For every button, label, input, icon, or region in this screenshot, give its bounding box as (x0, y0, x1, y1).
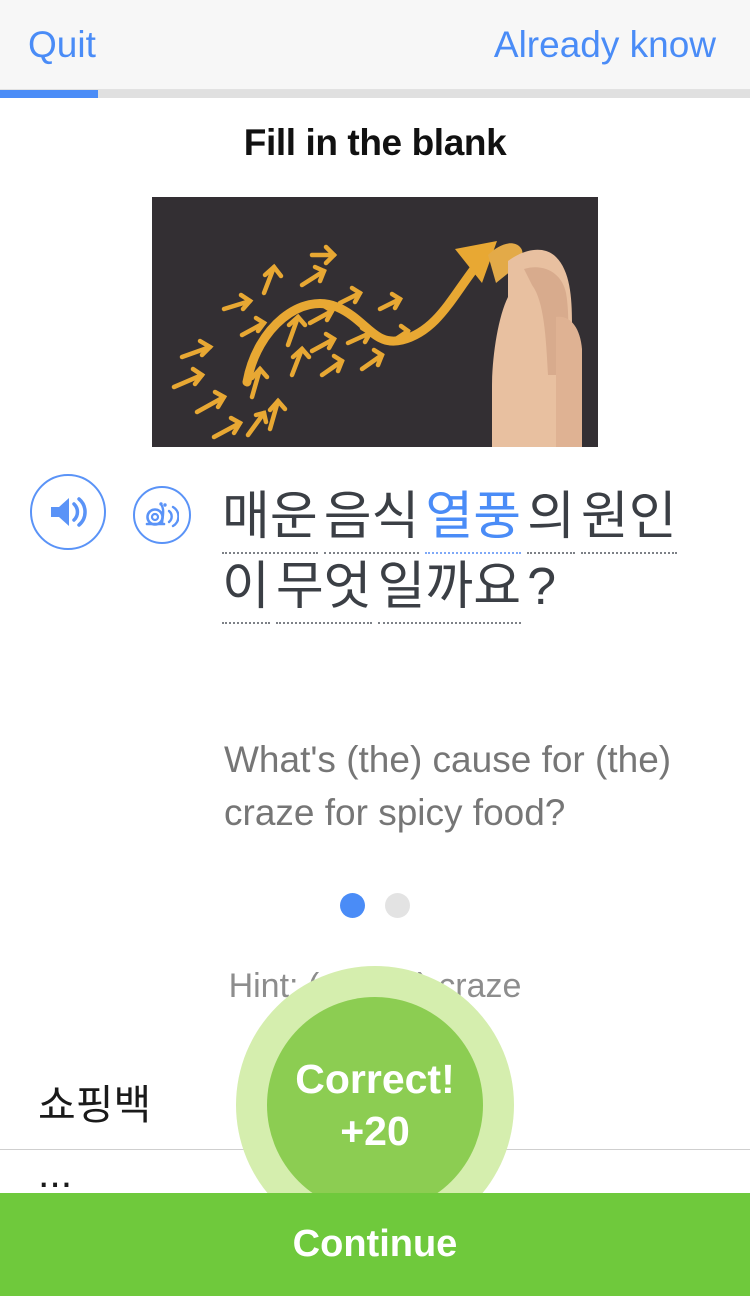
hint-text: Hint: (a wind) craze (228, 967, 522, 1005)
translation-text: What's (the) cause for (the) craze for s… (224, 739, 672, 833)
quit-button[interactable]: Quit (28, 0, 96, 90)
page-title: Fill in the blank (243, 122, 507, 163)
chalkboard-arrows-graphic (152, 197, 598, 447)
sentence-word[interactable]: 매운 (222, 484, 318, 554)
play-audio-slow-button[interactable] (133, 486, 191, 544)
speaker-icon (51, 497, 87, 527)
audio-controls (26, 472, 206, 552)
answer-options-list: 쇼핑백... (0, 1052, 750, 1210)
sentence-word[interactable]: 원인 (580, 484, 677, 554)
sentence-word[interactable]: 의 (527, 484, 575, 554)
sentence-word[interactable]: 무엇 (275, 554, 372, 624)
pagination-dot[interactable] (340, 893, 365, 918)
answer-option-label: 쇼핑백 (38, 1081, 152, 1128)
exercise-illustration (152, 197, 598, 447)
answer-option-label: ... (38, 1150, 73, 1196)
pagination-dots (0, 893, 750, 918)
play-audio-button[interactable] (30, 474, 106, 550)
target-sentence: 매운 음식 열풍 의 원인이 무엇 일까요? (222, 484, 722, 624)
continue-button[interactable]: Continue (0, 1193, 750, 1296)
progress-bar (0, 90, 750, 98)
answer-option[interactable]: 쇼핑백 (0, 1052, 750, 1150)
sentence-answer-word[interactable]: 열풍 (425, 484, 522, 554)
pagination-dot[interactable] (385, 893, 410, 918)
sentence-word[interactable]: 일까요 (377, 554, 522, 624)
progress-bar-fill (0, 90, 98, 98)
top-bar: Quit Already know (0, 0, 750, 90)
snail-icon (145, 502, 179, 528)
exercise-screen: Quit Already know Fill in the blank 매운 음… (0, 0, 750, 1296)
sentence-word[interactable]: 이 (222, 554, 270, 624)
sentence-word[interactable]: 음식 (323, 484, 420, 554)
already-know-button[interactable]: Already know (494, 0, 716, 90)
sentence-punctuation: ? (527, 558, 556, 616)
